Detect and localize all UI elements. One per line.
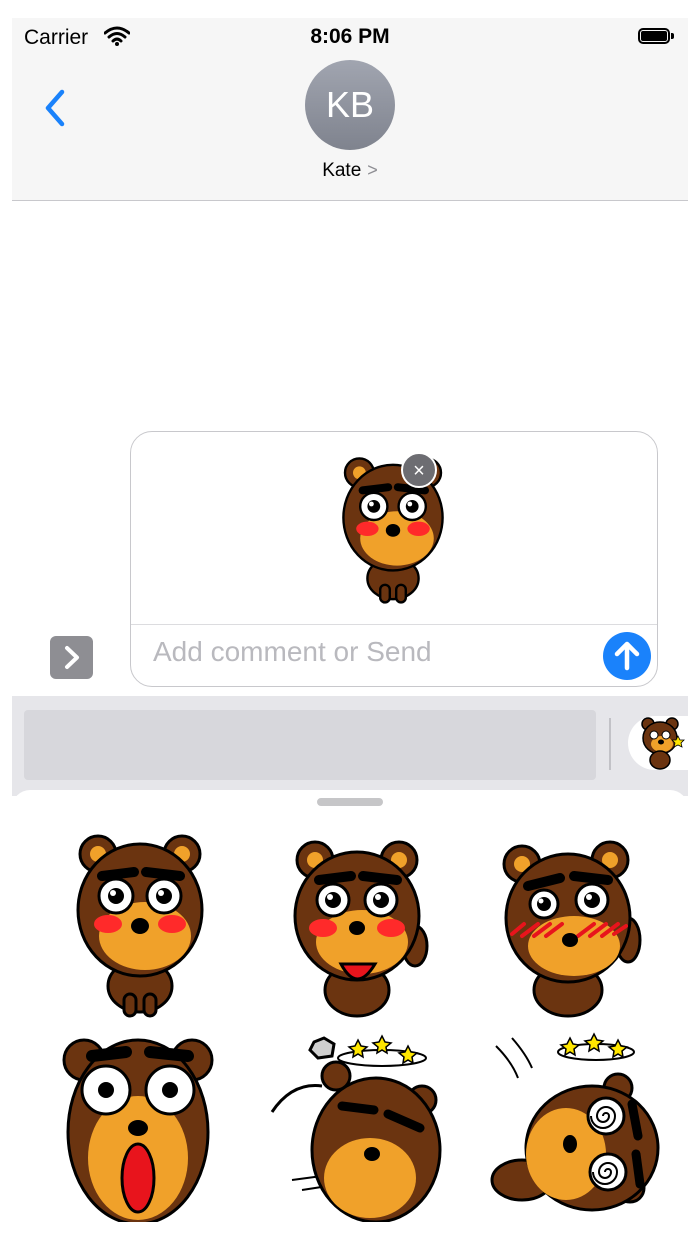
battery-icon bbox=[638, 28, 676, 46]
remove-sticker-button[interactable]: × bbox=[401, 452, 437, 488]
chevron-left-icon bbox=[45, 89, 65, 127]
sticker-preview bbox=[342, 457, 444, 604]
sticker-bear-knocked-down-dizzy[interactable] bbox=[482, 1032, 662, 1222]
chevron-right-icon bbox=[65, 646, 79, 669]
app-strip-separator bbox=[609, 718, 611, 770]
sticker-bear-waving-happy[interactable] bbox=[267, 834, 447, 1024]
conversation-header: KB Kate > bbox=[12, 60, 688, 201]
chevron-right-icon: > bbox=[367, 160, 378, 180]
arrow-up-icon bbox=[614, 641, 640, 671]
sticker-bear-blushing[interactable] bbox=[50, 828, 230, 1018]
compose-divider bbox=[131, 624, 657, 625]
contact-name: Kate bbox=[322, 160, 362, 181]
sticker-bear-shy-waving[interactable] bbox=[482, 834, 662, 1024]
sticker-bear-hit-by-rock-dizzy[interactable] bbox=[262, 1032, 442, 1222]
contact-name-button[interactable]: Kate > bbox=[12, 160, 688, 182]
sticker-bear-shocked[interactable] bbox=[48, 1032, 228, 1222]
message-input[interactable]: Add comment or Send bbox=[153, 636, 432, 668]
avatar[interactable]: KB bbox=[305, 60, 395, 150]
bear-app-icon bbox=[641, 717, 685, 770]
clock: 8:06 PM bbox=[310, 25, 390, 48]
app-strip bbox=[12, 696, 688, 796]
send-button[interactable] bbox=[603, 632, 651, 680]
messages-screen: Carrier 8:06 PM KB Kate > × Add comment … bbox=[12, 18, 688, 1244]
expand-apps-button[interactable] bbox=[50, 636, 93, 679]
drawer-grabber[interactable] bbox=[317, 798, 383, 806]
status-bar: Carrier 8:06 PM bbox=[12, 18, 688, 60]
compose-field[interactable]: × Add comment or Send bbox=[130, 431, 658, 687]
sticker-drawer bbox=[12, 790, 688, 1244]
sticker-app-icon[interactable] bbox=[628, 716, 688, 770]
app-strip-area[interactable] bbox=[24, 710, 596, 780]
back-button[interactable] bbox=[38, 86, 78, 130]
